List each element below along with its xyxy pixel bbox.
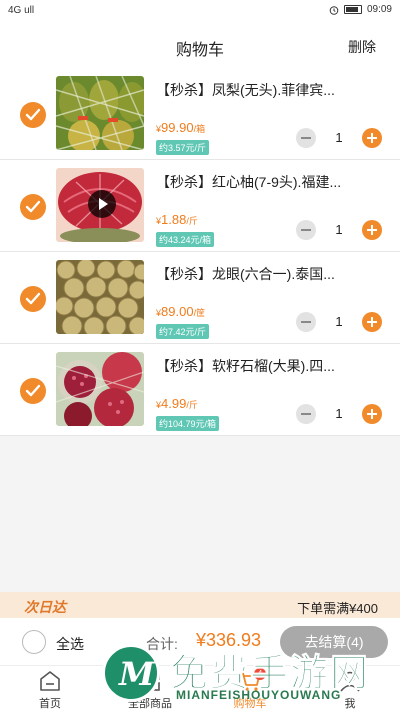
increase-quantity-button[interactable] [362,404,382,424]
product-price: ¥99.90/箱 [156,120,206,135]
cart-icon: 4 [238,668,266,692]
product-name[interactable]: 【秒杀】红心柚(7-9头).福建... [156,172,392,192]
quantity-value: 1 [335,222,343,237]
status-bar: 4G ull 09:09 [0,0,400,22]
delete-button[interactable]: 删除 [348,37,376,57]
minimum-order-text: 下单需满¥400 [297,601,378,616]
total-amount: ¥336.93 [196,630,262,650]
cart-item: 【秒杀】凤梨(无头).菲律宾... ¥99.90/箱 约3.57元/斤 1 [0,68,400,160]
check-icon [25,384,41,397]
page-title: 购物车 [175,42,224,59]
pineapple-image[interactable] [56,76,144,150]
quantity-value: 1 [335,406,343,421]
product-price: ¥4.99/斤 [156,396,198,411]
quantity-value: 1 [335,314,343,329]
tab-home[interactable]: 首页 [10,670,90,711]
cart-item: 【秒杀】红心柚(7-9头).福建... ¥1.88/斤 约43.24元/箱 1 [0,160,400,252]
unit-price-tag: 约7.42元/斤 [156,324,210,339]
check-icon [25,200,41,213]
item-checkbox[interactable] [20,286,46,312]
product-name[interactable]: 【秒杀】龙眼(六合一).泰国... [156,264,392,284]
item-checkbox[interactable] [20,378,46,404]
increase-quantity-button[interactable] [362,128,382,148]
tab-cart[interactable]: 4 购物车 [210,668,290,711]
delivery-banner: 次日达 下单需满¥400 [0,592,400,618]
item-checkbox[interactable] [20,194,46,220]
item-checkbox[interactable] [20,102,46,128]
cart-list: 【秒杀】凤梨(无头).菲律宾... ¥99.90/箱 约3.57元/斤 1 【秒… [0,68,400,436]
clock: 09:09 [366,4,392,15]
select-all-checkbox[interactable] [22,630,46,654]
play-video-icon[interactable] [88,190,116,218]
quantity-value: 1 [335,130,343,145]
next-day-delivery-logo: 次日达 [24,599,66,615]
tab-label: 我 [344,698,356,710]
grid-icon [138,670,162,692]
longan-image[interactable] [56,260,144,334]
checkout-bar: 全选 合计: ¥336.93 去结算(4) [0,618,400,666]
decrease-quantity-button[interactable] [296,404,316,424]
pomegranate-image[interactable] [56,352,144,426]
signal-indicator: 4G ull [8,5,35,16]
product-price: ¥89.00/筐 [156,304,206,319]
decrease-quantity-button[interactable] [296,220,316,240]
cart-count-badge: 4 [254,668,266,680]
unit-price-tag: 约3.57元/斤 [156,140,210,155]
header: 购物车 删除 [0,22,400,68]
decrease-quantity-button[interactable] [296,128,316,148]
decrease-quantity-button[interactable] [296,312,316,332]
battery-icon [343,5,362,14]
increase-quantity-button[interactable] [362,312,382,332]
check-icon [25,292,41,305]
bottom-tab-bar: 首页 全部商品 4 购物车 我 [0,666,400,711]
checkout-button[interactable]: 去结算(4) [280,626,388,658]
select-all-label[interactable]: 全选 [56,634,84,654]
tab-label: 全部商品 [128,698,172,710]
tab-all-products[interactable]: 全部商品 [110,670,190,711]
tab-label: 购物车 [233,698,267,710]
cart-item: 【秒杀】龙眼(六合一).泰国... ¥89.00/筐 约7.42元/斤 1 [0,252,400,344]
alarm-icon [329,5,339,15]
tab-me[interactable]: 我 [310,670,390,711]
product-price: ¥1.88/斤 [156,212,198,227]
product-name[interactable]: 【秒杀】凤梨(无头).菲律宾... [156,80,392,100]
cart-item: 【秒杀】软籽石榴(大果).四... ¥4.99/斤 约104.79元/箱 1 [0,344,400,436]
product-name[interactable]: 【秒杀】软籽石榴(大果).四... [156,356,392,376]
tab-label: 首页 [39,698,61,710]
unit-price-tag: 约43.24元/箱 [156,232,215,247]
unit-price-tag: 约104.79元/箱 [156,416,220,431]
check-icon [25,108,41,121]
total-label: 合计: [146,636,178,652]
pomelo-image[interactable] [56,168,144,242]
user-icon [338,670,362,692]
home-icon [38,670,62,692]
increase-quantity-button[interactable] [362,220,382,240]
